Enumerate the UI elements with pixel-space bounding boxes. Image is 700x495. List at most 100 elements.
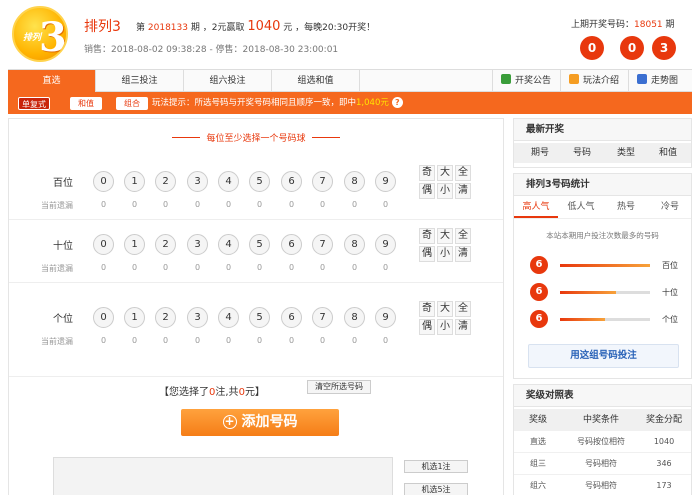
miss-value: 0 xyxy=(131,200,138,209)
number-ball[interactable]: 1 xyxy=(124,171,145,192)
prize-level: 组三 xyxy=(530,459,546,468)
number-ball[interactable]: 3 xyxy=(187,171,208,192)
miss-value: 0 xyxy=(288,200,295,209)
tab-zhixuan[interactable]: 直选 xyxy=(8,70,96,92)
last-draw-ball: 0 xyxy=(580,36,604,60)
quick-even-button[interactable]: 偶 xyxy=(419,246,435,262)
number-ball[interactable]: 4 xyxy=(218,234,239,255)
rules-label: 玩法介绍 xyxy=(583,76,620,86)
number-ball[interactable]: 3 xyxy=(187,234,208,255)
quick-big-button[interactable]: 大 xyxy=(437,301,453,317)
quick-small-button[interactable]: 小 xyxy=(437,319,453,335)
mode-hezhi-button[interactable]: 和值 xyxy=(70,97,102,110)
clear-selection-button[interactable]: 清空所选号码 xyxy=(307,380,371,394)
number-ball[interactable]: 6 xyxy=(281,234,302,255)
tab-cold[interactable]: 冷号 xyxy=(648,196,692,218)
quick-small-button[interactable]: 小 xyxy=(437,246,453,262)
quick-even-button[interactable]: 偶 xyxy=(419,319,435,335)
bet-this-number-button[interactable]: 用这组号码投注 xyxy=(528,344,679,368)
miss-value: 0 xyxy=(225,200,232,209)
quick-clear-button[interactable]: 清 xyxy=(455,246,471,262)
stat-ball: 6 xyxy=(530,256,548,274)
position-label: 十位 xyxy=(53,241,73,252)
summary-suffix: 元】 xyxy=(244,387,265,398)
tab-zusan[interactable]: 组三投注 xyxy=(96,70,184,92)
quick-big-button[interactable]: 大 xyxy=(437,165,453,181)
tab-zuxuan-hezhi[interactable]: 组选和值 xyxy=(272,70,360,92)
last-draw-label: 上期开奖号码：18051 期 xyxy=(571,17,675,30)
miss-value: 0 xyxy=(225,263,232,272)
number-ball[interactable]: 2 xyxy=(155,171,176,192)
quick-odd-button[interactable]: 奇 xyxy=(419,301,435,317)
miss-value: 0 xyxy=(351,336,358,345)
number-ball[interactable]: 4 xyxy=(218,171,239,192)
number-ball[interactable]: 5 xyxy=(249,171,270,192)
miss-label: 当前遗漏 xyxy=(41,264,73,273)
number-ball[interactable]: 0 xyxy=(93,171,114,192)
number-ball[interactable]: 2 xyxy=(155,307,176,328)
miss-value: 0 xyxy=(131,263,138,272)
number-ball[interactable]: 6 xyxy=(281,171,302,192)
number-ball[interactable]: 5 xyxy=(249,307,270,328)
prize-row: 组六 号码相符 173 xyxy=(514,475,691,495)
mode-danfushi-button[interactable]: 单复式 xyxy=(18,97,50,110)
miss-value: 0 xyxy=(319,200,326,209)
quick-clear-button[interactable]: 清 xyxy=(455,319,471,335)
number-ball[interactable]: 9 xyxy=(375,234,396,255)
quick-big-button[interactable]: 大 xyxy=(437,228,453,244)
hint-amount: 1,040元 xyxy=(356,98,389,108)
number-ball[interactable]: 2 xyxy=(155,234,176,255)
miss-value: 0 xyxy=(382,336,389,345)
number-ball[interactable]: 9 xyxy=(375,171,396,192)
col-number: 号码 xyxy=(572,148,591,158)
mode-zuhe-button[interactable]: 组合 xyxy=(116,97,148,110)
quick-all-button[interactable]: 全 xyxy=(455,301,471,317)
number-ball[interactable]: 0 xyxy=(93,234,114,255)
miss-value: 0 xyxy=(194,263,201,272)
quick-all-button[interactable]: 全 xyxy=(455,228,471,244)
tab-popular[interactable]: 高人气 xyxy=(514,196,558,218)
number-ball[interactable]: 8 xyxy=(344,234,365,255)
quick-odd-button[interactable]: 奇 xyxy=(419,165,435,181)
number-ball[interactable]: 8 xyxy=(344,171,365,192)
quick-clear-button[interactable]: 清 xyxy=(455,183,471,199)
tab-zuliu[interactable]: 组六投注 xyxy=(184,70,272,92)
number-ball[interactable]: 7 xyxy=(312,171,333,192)
rules-link[interactable]: 玩法介绍 xyxy=(560,70,628,92)
tab-hot[interactable]: 热号 xyxy=(604,196,648,218)
quick-small-button[interactable]: 小 xyxy=(437,183,453,199)
quick-even-button[interactable]: 偶 xyxy=(419,183,435,199)
number-ball[interactable]: 4 xyxy=(218,307,239,328)
quick-odd-button[interactable]: 奇 xyxy=(419,228,435,244)
quick-all-button[interactable]: 全 xyxy=(455,165,471,181)
last-issue-suffix: 期 xyxy=(665,20,675,30)
number-ball[interactable]: 9 xyxy=(375,307,396,328)
number-ball[interactable]: 7 xyxy=(312,234,333,255)
random-1-button[interactable]: 机选1注 xyxy=(404,460,468,473)
last-draw-ball: 3 xyxy=(652,36,676,60)
prize-level: 直选 xyxy=(530,437,546,446)
stat-position-label: 个位 xyxy=(662,315,678,324)
number-ball[interactable]: 1 xyxy=(124,307,145,328)
number-ball[interactable]: 5 xyxy=(249,234,270,255)
popularity-bar-fill xyxy=(560,291,616,294)
add-number-button[interactable]: + 添加号码 xyxy=(181,409,339,436)
trend-chart-link[interactable]: 走势图 xyxy=(628,70,692,92)
divider xyxy=(9,282,503,283)
issue-suffix: 期 ，2元赢取 xyxy=(190,23,245,33)
tab-unpopular[interactable]: 低人气 xyxy=(559,196,603,218)
help-icon[interactable]: ? xyxy=(391,97,403,108)
number-stats-box: 排列3号码统计 高人气 低人气 热号 冷号 本站本期用户投注次数最多的号码 6 百… xyxy=(513,173,692,379)
miss-value: 0 xyxy=(100,336,107,345)
number-ball[interactable]: 1 xyxy=(124,234,145,255)
miss-value: 0 xyxy=(382,200,389,209)
number-ball[interactable]: 6 xyxy=(281,307,302,328)
number-ball[interactable]: 8 xyxy=(344,307,365,328)
sale-time: 销售：2018-08-02 09:38:28 - 停售：2018-08-30 2… xyxy=(84,45,339,55)
random-5-button[interactable]: 机选5注 xyxy=(404,483,468,495)
number-ball[interactable]: 7 xyxy=(312,307,333,328)
draw-notice-link[interactable]: 开奖公告 xyxy=(492,70,560,92)
number-ball[interactable]: 3 xyxy=(187,307,208,328)
number-ball[interactable]: 0 xyxy=(93,307,114,328)
selected-numbers-list[interactable] xyxy=(53,457,393,495)
